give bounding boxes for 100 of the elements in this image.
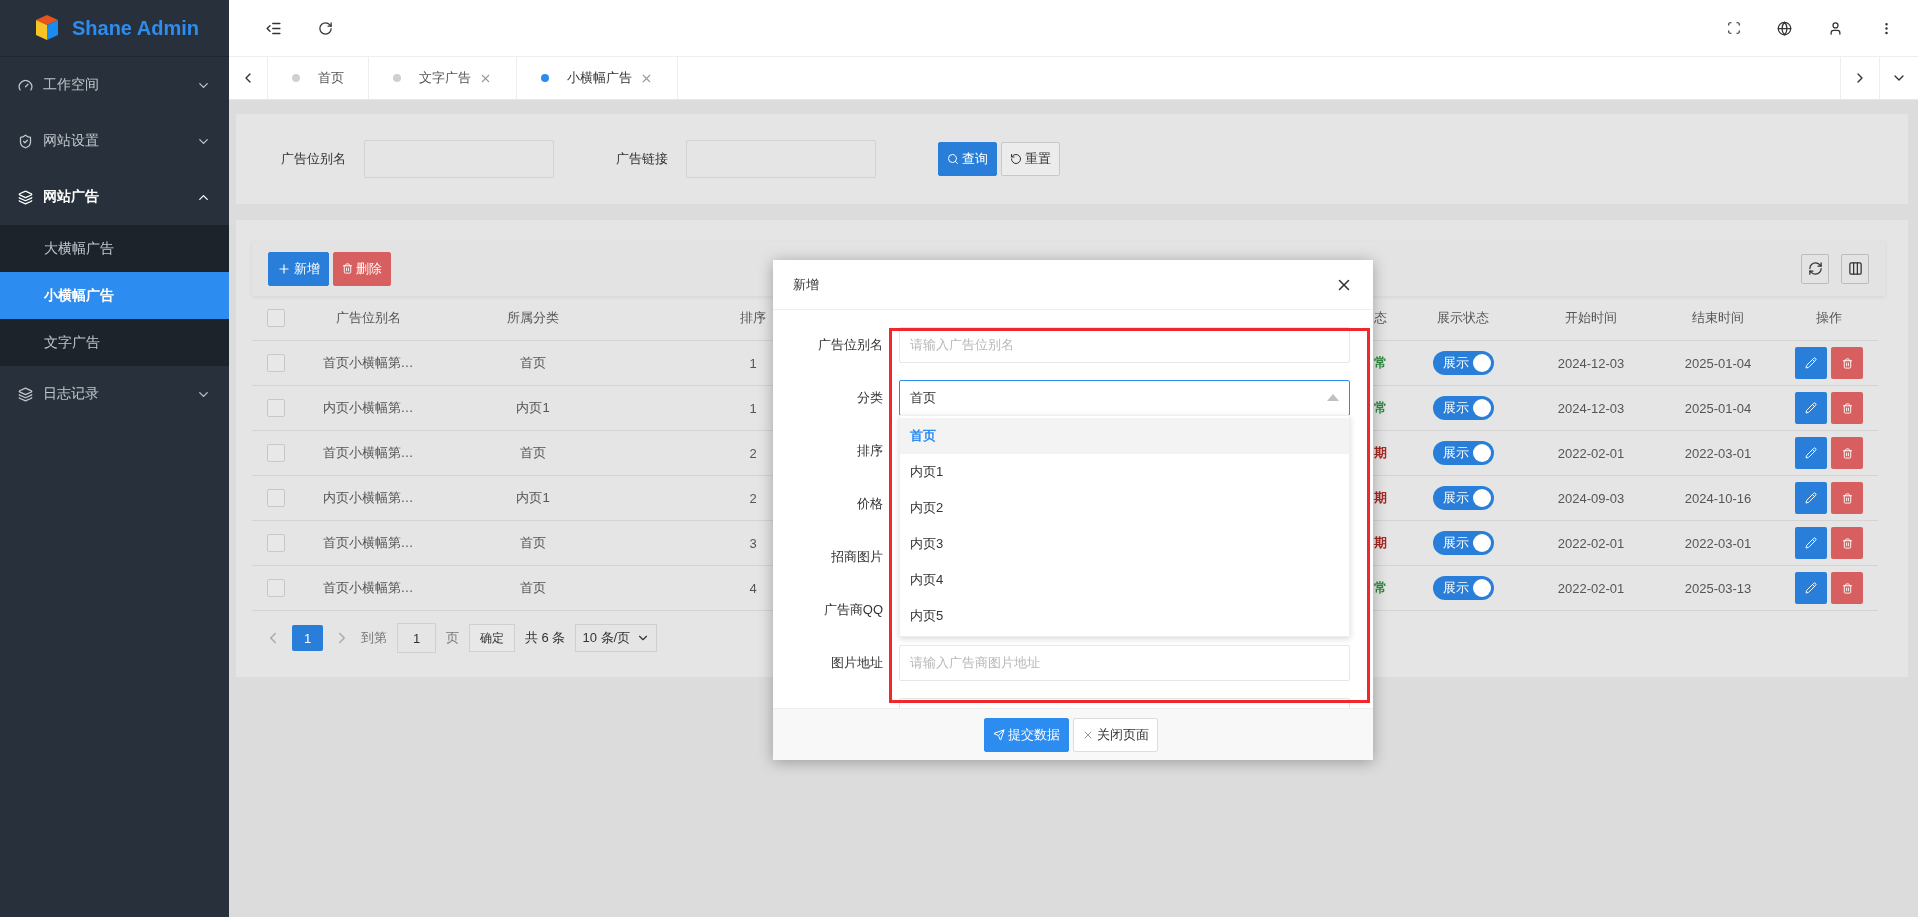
dropdown-option[interactable]: 内页1 [900, 454, 1349, 490]
sidebar-item[interactable]: 工作空间 [0, 57, 229, 113]
trash-icon [1841, 537, 1853, 549]
delete-button[interactable] [1831, 437, 1863, 469]
table-cell: 2022-02-01 [1557, 580, 1625, 596]
status-text: 常 [1374, 580, 1387, 595]
table-cell: 首页 [520, 534, 546, 552]
pencil-icon [1805, 492, 1817, 504]
checkbox[interactable] [267, 309, 285, 327]
display-switch[interactable]: 展示 [1432, 441, 1494, 465]
delete-button[interactable] [1831, 527, 1863, 559]
refresh-icon[interactable] [1801, 253, 1829, 284]
dropdown-option[interactable]: 内页2 [900, 490, 1349, 526]
display-switch[interactable]: 展示 [1432, 351, 1494, 375]
delete-button[interactable] [1831, 482, 1863, 514]
checkbox[interactable] [267, 579, 285, 597]
table-cell: 内页1 [516, 489, 550, 507]
edit-button[interactable] [1795, 527, 1827, 559]
delete-button[interactable] [1831, 392, 1863, 424]
delete-button[interactable] [1831, 572, 1863, 604]
checkbox[interactable] [267, 354, 285, 372]
fullscreen-icon[interactable] [1727, 21, 1741, 35]
page-tab[interactable]: 小横幅广告 [517, 57, 678, 99]
page-number[interactable]: 1 [292, 625, 323, 651]
display-switch[interactable]: 展示 [1432, 576, 1494, 600]
tab-dot-icon [292, 74, 300, 82]
dropdown-option[interactable]: 内页5 [900, 598, 1349, 634]
table-cell: 内页小横幅第… [322, 489, 414, 507]
checkbox[interactable] [267, 489, 285, 507]
plus-icon [277, 261, 291, 276]
status-text: 常 [1374, 400, 1387, 415]
pencil-icon [1805, 537, 1817, 549]
delete-button[interactable]: 删除 [333, 251, 391, 286]
trash-icon [1841, 447, 1853, 459]
page-tab[interactable]: 文字广告 [369, 57, 517, 99]
dropdown-option[interactable]: 内页4 [900, 562, 1349, 598]
search-button[interactable]: 查询 [938, 142, 997, 176]
columns-icon[interactable] [1841, 253, 1869, 284]
table-cell: 首页小横幅第… [322, 534, 414, 552]
sidebar-subitem[interactable]: 文字广告 [0, 319, 229, 366]
page-tab[interactable]: 首页 [268, 57, 369, 99]
trash-icon [1841, 402, 1853, 414]
refresh-icon[interactable] [318, 20, 333, 36]
checkbox[interactable] [267, 444, 285, 462]
table-cell: 1 [749, 400, 757, 416]
column-header: 所属分类 [507, 309, 559, 327]
add-button[interactable]: 新增 [268, 251, 329, 286]
edit-button[interactable] [1795, 347, 1827, 379]
reset-button[interactable]: 重置 [1001, 142, 1060, 176]
search-icon [947, 153, 959, 165]
table-cell: 首页 [520, 354, 546, 372]
edit-button[interactable] [1795, 572, 1827, 604]
table-cell: 2025-03-13 [1684, 580, 1752, 596]
table-cell: 2022-02-01 [1557, 535, 1625, 551]
close-page-button[interactable]: 关闭页面 [1073, 717, 1158, 752]
table-cell: 2022-03-01 [1684, 445, 1752, 461]
status-text: 期 [1374, 445, 1387, 460]
sidebar-item[interactable]: 日志记录 [0, 366, 229, 422]
checkbox[interactable] [267, 399, 285, 417]
dropdown-option[interactable]: 内页3 [900, 526, 1349, 562]
modal-title: 新增 [793, 275, 819, 294]
sidebar-item[interactable]: 网站设置 [0, 113, 229, 169]
table-cell: 2025-01-04 [1684, 355, 1752, 371]
column-header: 操作 [1816, 309, 1842, 327]
table-cell: 首页小横幅第… [322, 444, 414, 462]
tab-dot-icon [541, 74, 549, 82]
app-logo-text: Shane Admin [71, 16, 200, 40]
field-label: 招商图片 [830, 547, 883, 566]
table-cell: 2024-12-03 [1557, 355, 1625, 371]
caret-icon [1327, 394, 1339, 401]
table-cell: 首页 [520, 579, 546, 597]
send-icon [993, 728, 1005, 741]
edit-button[interactable] [1795, 392, 1827, 424]
table-cell: 4 [749, 580, 757, 596]
table-cell: 1 [749, 355, 757, 371]
pencil-icon [1805, 447, 1817, 459]
shield-icon [18, 133, 33, 149]
total-count: 共 6 条 [525, 629, 566, 647]
edit-button[interactable] [1795, 482, 1827, 514]
globe-icon[interactable] [1777, 20, 1792, 36]
page-size-select[interactable]: 10 条/页 [575, 624, 658, 652]
page-input[interactable]: 1 [397, 623, 436, 653]
table-cell: 2 [749, 490, 757, 506]
sidebar-item[interactable]: 网站广告 [0, 169, 229, 225]
sidebar-subitem[interactable]: 大横幅广告 [0, 225, 229, 272]
edit-button[interactable] [1795, 437, 1827, 469]
status-text: 期 [1374, 490, 1387, 505]
table-cell: 2025-01-04 [1684, 400, 1752, 416]
display-switch[interactable]: 展示 [1432, 531, 1494, 555]
confirm-button[interactable]: 确定 [469, 624, 515, 652]
display-switch[interactable]: 展示 [1432, 396, 1494, 420]
field-label: 分类 [856, 388, 883, 407]
checkbox[interactable] [267, 534, 285, 552]
table-cell: 3 [749, 535, 757, 551]
user-icon[interactable] [1828, 20, 1843, 36]
delete-button[interactable] [1831, 347, 1863, 379]
display-switch[interactable]: 展示 [1432, 486, 1494, 510]
goto-label: 到第 [361, 629, 387, 647]
pencil-icon [1805, 582, 1817, 594]
tab-dot-icon [393, 74, 401, 82]
